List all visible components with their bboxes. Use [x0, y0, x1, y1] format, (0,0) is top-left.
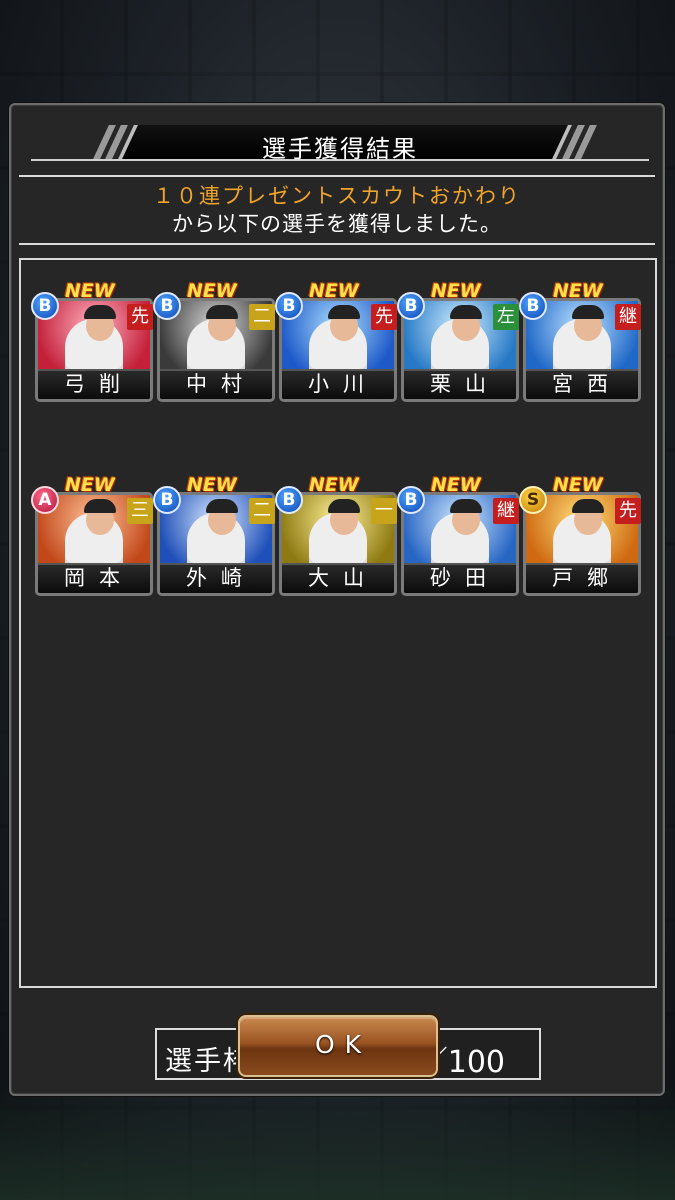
position-badge: 先	[371, 304, 397, 330]
player-cap	[328, 499, 360, 513]
position-badge: 一	[371, 498, 397, 524]
player-card[interactable]: 外崎 NEW B 二	[153, 474, 275, 596]
player-card[interactable]: 小川 NEW B 先	[275, 280, 397, 402]
player-card[interactable]: 中村 NEW B 二	[153, 280, 275, 402]
player-cap	[84, 305, 116, 319]
new-badge: NEW	[187, 474, 237, 496]
player-name: 宮西	[526, 369, 638, 399]
player-name: 砂田	[404, 563, 516, 593]
new-badge: NEW	[65, 280, 115, 302]
position-badge: 先	[127, 304, 153, 330]
player-cap	[450, 499, 482, 513]
dialog-title-bar: 選手獲得結果	[31, 125, 649, 163]
acquisition-result-dialog: 選手獲得結果 １０連プレゼントスカウトおかわり から以下の選手を獲得しました。 …	[9, 103, 665, 1096]
background-floor	[0, 1080, 675, 1200]
player-card[interactable]: 大山 NEW B 一	[275, 474, 397, 596]
dialog-title: 選手獲得結果	[262, 135, 418, 163]
player-card[interactable]: 栗山 NEW B 左	[397, 280, 519, 402]
position-badge: 継	[493, 498, 519, 524]
rank-badge: B	[31, 292, 59, 320]
position-badge: 二	[249, 498, 275, 524]
position-badge: 三	[127, 498, 153, 524]
player-cap	[206, 499, 238, 513]
player-name: 戸郷	[526, 563, 638, 593]
divider	[19, 243, 655, 245]
divider	[19, 175, 655, 177]
rank-badge: B	[153, 292, 181, 320]
new-badge: NEW	[309, 280, 359, 302]
new-badge: NEW	[65, 474, 115, 496]
player-cap	[572, 305, 604, 319]
message-line-1: １０連プレゼントスカウトおかわり	[153, 184, 521, 208]
position-badge: 二	[249, 304, 275, 330]
new-badge: NEW	[431, 474, 481, 496]
new-badge: NEW	[553, 474, 603, 496]
ok-button[interactable]: OK	[238, 1015, 438, 1077]
rank-badge: B	[397, 486, 425, 514]
rank-badge: B	[397, 292, 425, 320]
new-badge: NEW	[309, 474, 359, 496]
player-name: 小川	[282, 369, 394, 399]
rank-badge: A	[31, 486, 59, 514]
new-badge: NEW	[431, 280, 481, 302]
player-name: 岡本	[38, 563, 150, 593]
rank-badge: S	[519, 486, 547, 514]
player-name: 外崎	[160, 563, 272, 593]
result-message: １０連プレゼントスカウトおかわり から以下の選手を獲得しました。	[11, 182, 663, 238]
player-card[interactable]: 宮西 NEW B 継	[519, 280, 641, 402]
new-badge: NEW	[187, 280, 237, 302]
player-card[interactable]: 岡本 NEW A 三	[31, 474, 153, 596]
position-badge: 先	[615, 498, 641, 524]
player-cap	[84, 499, 116, 513]
player-cap	[206, 305, 238, 319]
message-line-2: から以下の選手を獲得しました。	[172, 212, 502, 236]
position-badge: 継	[615, 304, 641, 330]
rank-badge: B	[275, 292, 303, 320]
player-card[interactable]: 戸郷 NEW S 先	[519, 474, 641, 596]
new-badge: NEW	[553, 280, 603, 302]
player-cap	[328, 305, 360, 319]
player-name: 中村	[160, 369, 272, 399]
rank-badge: B	[275, 486, 303, 514]
position-badge: 左	[493, 304, 519, 330]
player-cap	[572, 499, 604, 513]
rank-badge: B	[153, 486, 181, 514]
player-name: 大山	[282, 563, 394, 593]
player-cap	[450, 305, 482, 319]
player-name: 栗山	[404, 369, 516, 399]
player-list-panel: 弓削 NEW B 先 中村 NEW B 二 小川 NEW B 先 栗山 NEW …	[19, 258, 657, 1080]
player-name: 弓削	[38, 369, 150, 399]
player-card[interactable]: 弓削 NEW B 先	[31, 280, 153, 402]
rank-badge: B	[519, 292, 547, 320]
player-card[interactable]: 砂田 NEW B 継	[397, 474, 519, 596]
